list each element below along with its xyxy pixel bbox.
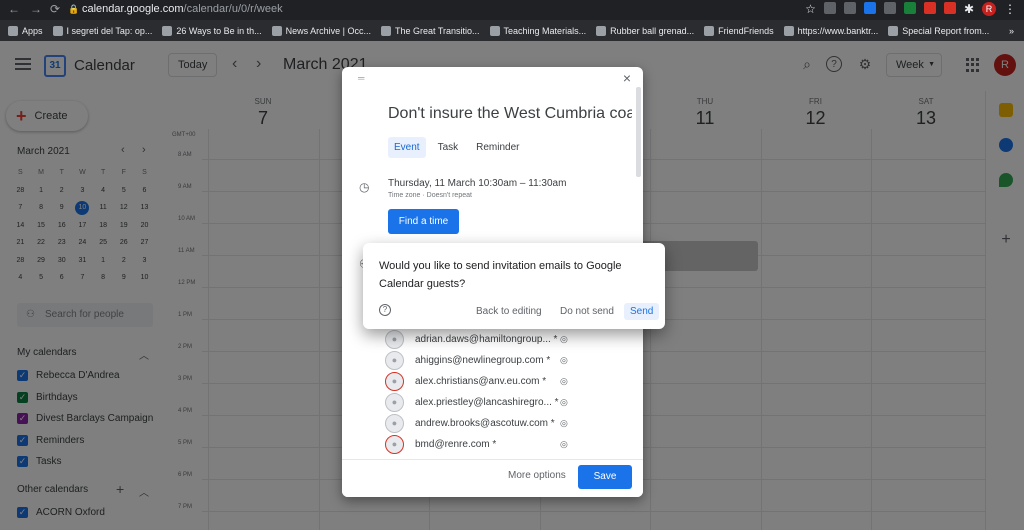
extensions-area: ☆ ✱ R ⋮ — [805, 2, 1016, 16]
tab-event[interactable]: Event — [388, 137, 426, 158]
visibility-off-icon[interactable]: ◎ — [560, 397, 568, 408]
bookmark-favicon-icon — [52, 25, 63, 36]
visibility-off-icon[interactable]: ◎ — [560, 334, 568, 345]
bookmark-favicon-icon — [596, 25, 607, 36]
dialog-scrollbar[interactable] — [636, 87, 641, 177]
back-to-editing-button[interactable]: Back to editing — [476, 306, 542, 317]
bookmark-label: 26 Ways to Be in th... — [176, 25, 262, 36]
bookmark-label: Apps — [22, 25, 43, 36]
guest-row[interactable]: ● adrian.daws@hamiltongroup... * — [385, 330, 557, 349]
extension-icon[interactable] — [943, 2, 956, 14]
reload-icon[interactable]: ⟳ — [50, 2, 60, 16]
help-icon[interactable]: ? — [379, 304, 391, 316]
extension-icon[interactable] — [903, 2, 916, 14]
save-button[interactable]: Save — [578, 465, 632, 489]
url-path: /calendar/u/0/r/week — [183, 3, 283, 15]
bookmark-label: Teaching Materials... — [503, 25, 587, 36]
bookmark-label: The Great Transitio... — [394, 25, 480, 36]
bookmark-favicon-icon — [380, 25, 391, 36]
guest-row[interactable]: ● alex.priestley@lancashiregro... * — [385, 393, 559, 412]
bookmark-item[interactable]: 26 Ways to Be in th... — [162, 25, 262, 36]
bookmark-item[interactable]: Apps — [8, 25, 43, 36]
bookmarks-bar: Apps I segreti del Tap: op... 26 Ways to B… — [0, 20, 1024, 41]
tab-reminder[interactable]: Reminder — [470, 137, 525, 158]
back-icon[interactable]: ← — [8, 2, 20, 16]
clock-icon: ◷ — [359, 180, 370, 194]
visibility-off-icon[interactable]: ◎ — [560, 376, 568, 387]
bookmark-favicon-icon — [704, 25, 715, 36]
guest-email: andrew.brooks@ascotuw.com * — [415, 418, 555, 429]
extension-icon[interactable] — [843, 2, 856, 14]
guest-avatar: ● — [385, 414, 404, 433]
visibility-off-icon[interactable]: ◎ — [560, 418, 568, 429]
guest-row[interactable]: ● ahiggins@newlinegroup.com * — [385, 351, 550, 370]
bookmark-label: I segreti del Tap: op... — [66, 25, 153, 36]
bookmark-item[interactable]: Special Report from... — [888, 25, 990, 36]
apps-grid-icon — [8, 25, 18, 36]
guest-email: alex.priestley@lancashiregro... * — [415, 397, 559, 408]
address-bar[interactable]: calendar.google.com/calendar/u/0/r/week — [82, 3, 283, 15]
extension-icon[interactable] — [883, 2, 896, 14]
forward-icon[interactable]: → — [30, 2, 42, 16]
confirm-message: Would you like to send invitation emails… — [379, 260, 622, 290]
bookmark-item[interactable]: I segreti del Tap: op... — [52, 25, 153, 36]
guest-email: adrian.daws@hamiltongroup... * — [415, 334, 558, 345]
dialog-footer: More options Save — [342, 459, 643, 497]
guest-email: ahiggins@newlinegroup.com * — [415, 355, 551, 366]
bookmark-item[interactable]: https://www.banktr... — [783, 25, 879, 36]
extension-icon[interactable] — [823, 2, 836, 14]
bookmark-item[interactable]: Teaching Materials... — [489, 25, 587, 36]
guest-row[interactable]: ● andrew.brooks@ascotuw.com * — [385, 414, 555, 433]
bookmark-item[interactable]: The Great Transitio... — [380, 25, 480, 36]
event-title-input[interactable]: Don't insure the West Cumbria coal n — [388, 105, 632, 123]
bookmark-favicon-icon — [489, 25, 500, 36]
bookmark-favicon-icon — [783, 25, 794, 36]
event-timezone[interactable]: Time zone · Doesn't repeat — [388, 192, 472, 199]
bookmark-label: FriendFriends — [718, 25, 774, 36]
do-not-send-button[interactable]: Do not send — [560, 306, 614, 317]
bookmark-label: Rubber ball grenad... — [610, 25, 695, 36]
guest-avatar: ● — [385, 393, 404, 412]
guest-row[interactable]: ● alex.christians@anv.eu.com * — [385, 372, 546, 391]
send-button[interactable]: Send — [624, 303, 660, 320]
close-icon[interactable]: × — [623, 70, 631, 86]
bookmark-favicon-icon — [162, 25, 173, 36]
guest-row[interactable]: ● bmd@renre.com * — [385, 435, 496, 454]
browser-toolbar: ← → ⟳ 🔒 calendar.google.com/calendar/u/0… — [0, 0, 1024, 20]
star-icon[interactable]: ☆ — [805, 2, 816, 16]
guest-email: alex.christians@anv.eu.com * — [415, 376, 547, 387]
bookmark-item[interactable]: News Archive | Occ... — [271, 25, 371, 36]
guest-avatar: ● — [385, 435, 404, 454]
bookmark-favicon-icon — [271, 25, 282, 36]
bookmark-favicon-icon — [888, 25, 899, 36]
event-type-tabs: Event Task Reminder — [388, 137, 526, 158]
lock-icon: 🔒 — [68, 4, 80, 14]
guest-avatar: ● — [385, 351, 404, 370]
guest-avatar: ● — [385, 330, 404, 349]
send-invitations-dialog: Would you like to send invitation emails… — [363, 243, 665, 329]
url-host: calendar.google.com — [82, 3, 184, 15]
bookmarks-more-icon[interactable]: » — [1009, 26, 1014, 36]
menu-icon[interactable]: ⋮ — [1004, 2, 1016, 16]
bookmark-item[interactable]: FriendFriends — [704, 25, 774, 36]
bookmark-label: News Archive | Occ... — [285, 25, 371, 36]
tab-task[interactable]: Task — [432, 137, 465, 158]
puzzle-icon[interactable]: ✱ — [964, 2, 974, 16]
more-options-button[interactable]: More options — [508, 470, 566, 481]
find-time-button[interactable]: Find a time — [388, 209, 459, 234]
bookmark-label: https://www.banktr... — [797, 25, 879, 36]
guest-email: bmd@renre.com * — [415, 439, 497, 450]
extension-icon[interactable] — [863, 2, 876, 14]
bookmark-label: Special Report from... — [902, 25, 990, 36]
profile-avatar[interactable]: R — [982, 2, 996, 16]
visibility-off-icon[interactable]: ◎ — [560, 439, 568, 450]
event-datetime[interactable]: Thursday, 11 March 10:30am – 11:30am — [388, 178, 566, 189]
extension-icon[interactable] — [923, 2, 936, 14]
guest-avatar: ● — [385, 372, 404, 391]
bookmark-item[interactable]: Rubber ball grenad... — [596, 25, 695, 36]
visibility-off-icon[interactable]: ◎ — [560, 355, 568, 366]
drag-handle-icon[interactable]: ═ — [358, 73, 364, 83]
